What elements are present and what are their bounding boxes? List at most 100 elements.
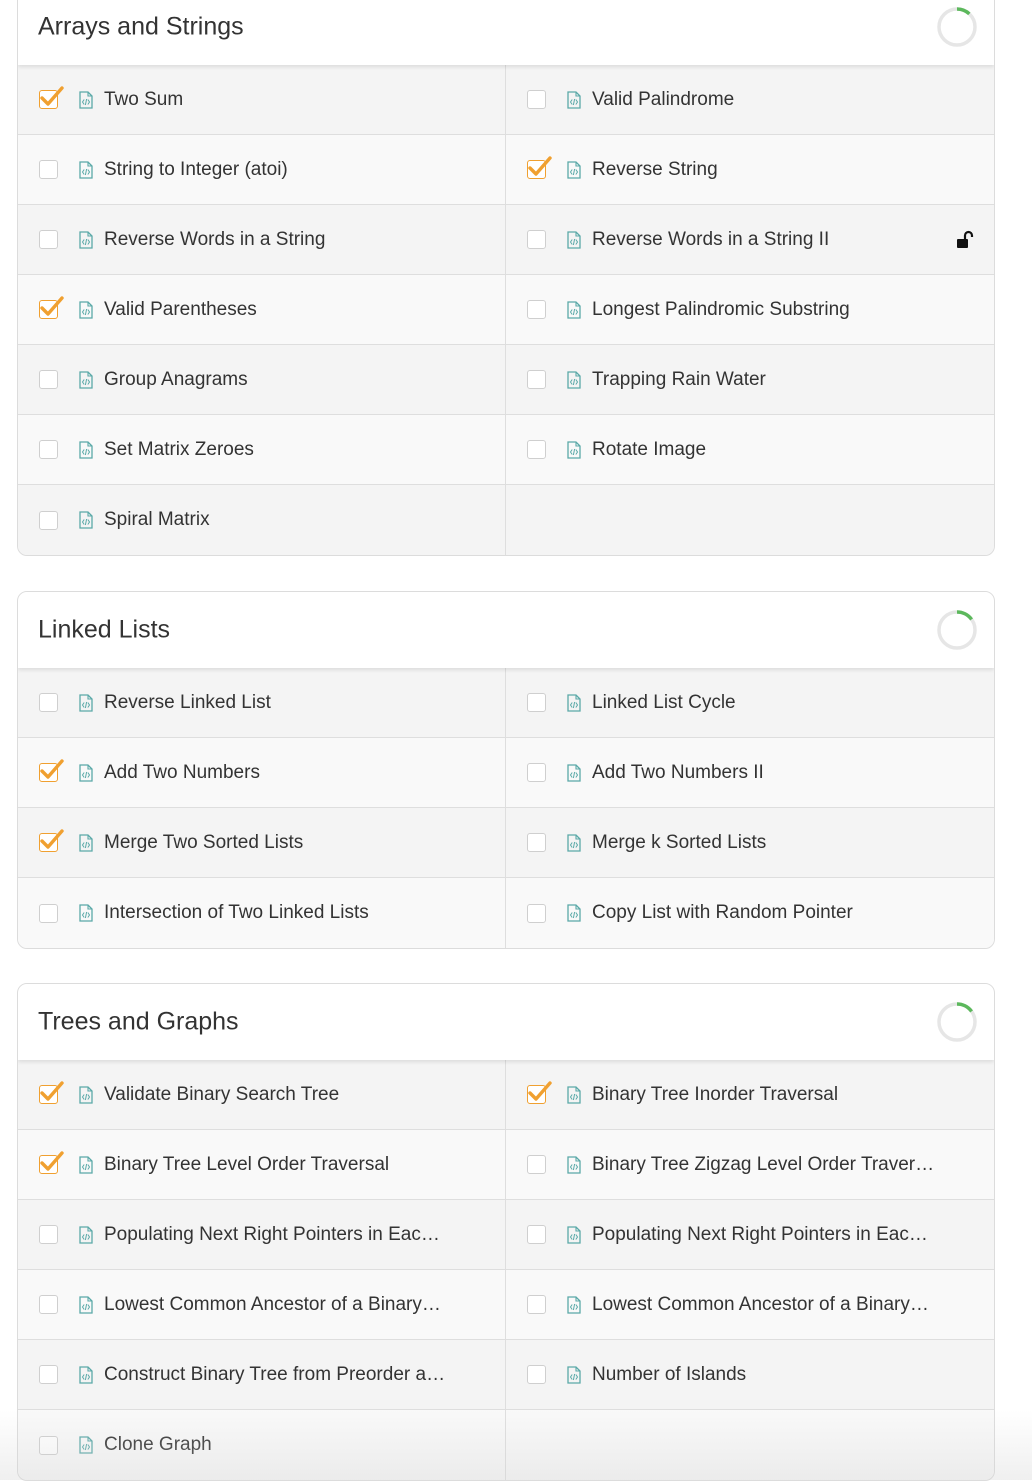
question-item[interactable]: Validate Binary Search Tree bbox=[18, 1060, 506, 1130]
question-title[interactable]: Two Sum bbox=[104, 89, 183, 111]
unchecked-checkbox[interactable] bbox=[39, 903, 58, 923]
question-title[interactable]: Valid Parentheses bbox=[104, 299, 257, 321]
unchecked-checkbox[interactable] bbox=[39, 160, 58, 179]
question-item[interactable]: Longest Palindromic Substring bbox=[506, 275, 994, 345]
question-item[interactable]: Populating Next Right Pointers in Eac… bbox=[18, 1200, 506, 1270]
question-title[interactable]: Validate Binary Search Tree bbox=[104, 1084, 339, 1106]
question-title[interactable]: Trapping Rain Water bbox=[592, 369, 766, 391]
checked-checkbox[interactable] bbox=[39, 759, 64, 782]
checked-checkbox[interactable] bbox=[39, 296, 64, 319]
checked-checkbox[interactable] bbox=[39, 1151, 64, 1174]
unchecked-checkbox[interactable] bbox=[527, 230, 546, 249]
unchecked-checkbox[interactable] bbox=[39, 440, 58, 459]
question-title[interactable]: Spiral Matrix bbox=[104, 509, 210, 531]
code-file-icon bbox=[567, 693, 581, 712]
unchecked-checkbox[interactable] bbox=[527, 903, 546, 923]
question-title[interactable]: Number of Islands bbox=[592, 1364, 746, 1386]
question-title[interactable]: Binary Tree Level Order Traversal bbox=[104, 1154, 389, 1176]
question-item[interactable]: Binary Tree Level Order Traversal bbox=[18, 1130, 506, 1200]
question-item[interactable]: Rotate Image bbox=[506, 415, 994, 485]
progress-ring bbox=[937, 7, 977, 47]
question-title[interactable]: Add Two Numbers II bbox=[592, 762, 764, 784]
question-title[interactable]: Construct Binary Tree from Preorder a… bbox=[104, 1364, 445, 1386]
question-item[interactable]: Number of Islands bbox=[506, 1340, 994, 1410]
question-item[interactable]: Add Two Numbers bbox=[18, 738, 506, 808]
unchecked-checkbox[interactable] bbox=[527, 833, 546, 852]
question-title[interactable]: Populating Next Right Pointers in Eac… bbox=[592, 1224, 928, 1246]
unchecked-checkbox[interactable] bbox=[39, 1365, 58, 1384]
unchecked-checkbox[interactable] bbox=[527, 693, 546, 712]
code-file-icon bbox=[567, 763, 581, 782]
question-item[interactable]: Lowest Common Ancestor of a Binary… bbox=[506, 1270, 994, 1340]
question-item[interactable]: Merge k Sorted Lists bbox=[506, 808, 994, 878]
question-title[interactable]: Rotate Image bbox=[592, 439, 706, 461]
question-title[interactable]: Lowest Common Ancestor of a Binary… bbox=[592, 1294, 929, 1316]
question-title[interactable]: Lowest Common Ancestor of a Binary… bbox=[104, 1294, 441, 1316]
question-title[interactable]: Add Two Numbers bbox=[104, 762, 260, 784]
question-grid: Validate Binary Search Tree Binary Tree … bbox=[18, 1060, 994, 1480]
question-item[interactable]: Valid Palindrome bbox=[506, 65, 994, 135]
question-title[interactable]: Set Matrix Zeroes bbox=[104, 439, 254, 461]
question-title[interactable]: Copy List with Random Pointer bbox=[592, 902, 853, 924]
question-item[interactable]: Populating Next Right Pointers in Eac… bbox=[506, 1200, 994, 1270]
question-title[interactable]: Populating Next Right Pointers in Eac… bbox=[104, 1224, 440, 1246]
unchecked-checkbox[interactable] bbox=[527, 440, 546, 459]
unchecked-checkbox[interactable] bbox=[39, 230, 58, 249]
question-title[interactable]: Intersection of Two Linked Lists bbox=[104, 902, 369, 924]
unchecked-checkbox[interactable] bbox=[39, 693, 58, 712]
question-item[interactable]: Merge Two Sorted Lists bbox=[18, 808, 506, 878]
question-item[interactable]: Intersection of Two Linked Lists bbox=[18, 878, 506, 948]
question-item[interactable]: Construct Binary Tree from Preorder a… bbox=[18, 1340, 506, 1410]
unchecked-checkbox[interactable] bbox=[39, 1295, 58, 1314]
unchecked-checkbox[interactable] bbox=[527, 370, 546, 389]
question-title[interactable]: Merge Two Sorted Lists bbox=[104, 832, 303, 854]
question-item[interactable]: Spiral Matrix bbox=[18, 485, 506, 555]
unchecked-checkbox[interactable] bbox=[39, 1225, 58, 1244]
question-title[interactable]: Reverse Words in a String bbox=[104, 229, 325, 251]
question-item[interactable]: Reverse Words in a String bbox=[18, 205, 506, 275]
question-title[interactable]: Reverse String bbox=[592, 159, 718, 181]
question-item[interactable]: Set Matrix Zeroes bbox=[18, 415, 506, 485]
checked-checkbox[interactable] bbox=[527, 156, 552, 179]
unchecked-checkbox[interactable] bbox=[39, 510, 58, 530]
question-title[interactable]: Merge k Sorted Lists bbox=[592, 832, 766, 854]
question-item[interactable]: Linked List Cycle bbox=[506, 668, 994, 738]
question-item[interactable]: String to Integer (atoi) bbox=[18, 135, 506, 205]
question-title[interactable]: Reverse Linked List bbox=[104, 692, 271, 714]
question-title[interactable]: String to Integer (atoi) bbox=[104, 159, 288, 181]
question-item[interactable]: Reverse Words in a String II bbox=[506, 205, 994, 275]
unchecked-checkbox[interactable] bbox=[527, 90, 546, 109]
question-title[interactable]: Clone Graph bbox=[104, 1434, 212, 1456]
question-item[interactable]: Binary Tree Inorder Traversal bbox=[506, 1060, 994, 1130]
checked-checkbox[interactable] bbox=[39, 86, 64, 109]
question-item[interactable]: Two Sum bbox=[18, 65, 506, 135]
question-item[interactable]: Reverse String bbox=[506, 135, 994, 205]
unchecked-checkbox[interactable] bbox=[527, 1225, 546, 1244]
question-title[interactable]: Longest Palindromic Substring bbox=[592, 299, 850, 321]
unchecked-checkbox[interactable] bbox=[527, 1155, 546, 1174]
unchecked-checkbox[interactable] bbox=[39, 370, 58, 389]
question-title[interactable]: Group Anagrams bbox=[104, 369, 248, 391]
question-title[interactable]: Linked List Cycle bbox=[592, 692, 736, 714]
unchecked-checkbox[interactable] bbox=[527, 1365, 546, 1384]
checked-checkbox[interactable] bbox=[527, 1081, 552, 1104]
question-item[interactable]: Clone Graph bbox=[18, 1410, 506, 1480]
question-item[interactable]: Lowest Common Ancestor of a Binary… bbox=[18, 1270, 506, 1340]
unchecked-checkbox[interactable] bbox=[527, 300, 546, 319]
question-item[interactable]: Copy List with Random Pointer bbox=[506, 878, 994, 948]
question-item[interactable]: Valid Parentheses bbox=[18, 275, 506, 345]
question-title[interactable]: Valid Palindrome bbox=[592, 89, 734, 111]
checked-checkbox[interactable] bbox=[39, 1081, 64, 1104]
question-title[interactable]: Reverse Words in a String II bbox=[592, 229, 829, 251]
unchecked-checkbox[interactable] bbox=[527, 763, 546, 782]
checked-checkbox[interactable] bbox=[39, 829, 64, 852]
unchecked-checkbox[interactable] bbox=[527, 1295, 546, 1314]
question-item[interactable]: Group Anagrams bbox=[18, 345, 506, 415]
question-item[interactable]: Trapping Rain Water bbox=[506, 345, 994, 415]
unchecked-checkbox[interactable] bbox=[39, 1435, 58, 1455]
question-item[interactable]: Add Two Numbers II bbox=[506, 738, 994, 808]
question-item[interactable]: Reverse Linked List bbox=[18, 668, 506, 738]
question-title[interactable]: Binary Tree Inorder Traversal bbox=[592, 1084, 838, 1106]
question-item[interactable]: Binary Tree Zigzag Level Order Traver… bbox=[506, 1130, 994, 1200]
question-title[interactable]: Binary Tree Zigzag Level Order Traver… bbox=[592, 1154, 934, 1176]
